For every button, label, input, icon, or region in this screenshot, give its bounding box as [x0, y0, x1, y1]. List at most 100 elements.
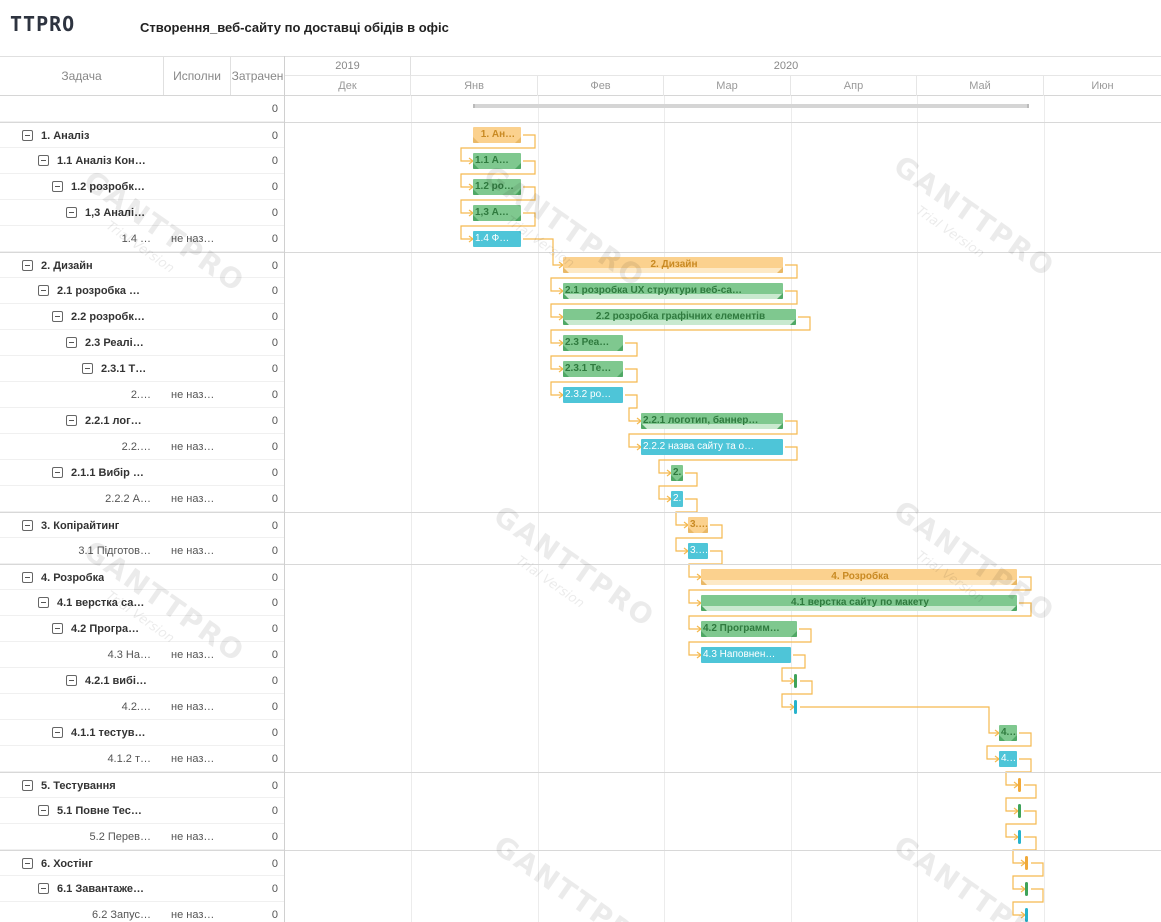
task-row[interactable]: 5.1 Повне Тес… 0	[0, 798, 284, 824]
task-bar[interactable]: 3.…	[688, 543, 708, 559]
cost-cell[interactable]: 0	[250, 486, 278, 512]
assignee-cell[interactable]	[171, 174, 231, 200]
task-row[interactable]: 2.1.1 Вибір … 0	[0, 460, 284, 486]
task-row[interactable]: 5. Тестування 0	[0, 772, 284, 798]
cost-cell[interactable]: 0	[250, 408, 278, 434]
cost-cell[interactable]: 0	[250, 330, 278, 356]
task-bar[interactable]: 2.3.1 Те…	[563, 361, 623, 377]
assignee-cell[interactable]	[171, 278, 231, 304]
task-bar[interactable]: 2.2 розробка графічних елементів	[563, 309, 796, 325]
task-name-cell[interactable]: 6. Хостінг	[22, 851, 93, 877]
task-bar[interactable]: 4.…	[999, 725, 1017, 741]
task-name-cell[interactable]: 2. Дизайн	[22, 253, 93, 279]
cost-cell[interactable]: 0	[250, 773, 278, 799]
task-name-cell[interactable]: 2.1 розробка …	[38, 278, 140, 304]
task-name-cell[interactable]: 1,3 Аналі…	[66, 200, 145, 226]
collapse-toggle-icon[interactable]	[52, 622, 63, 634]
task-row[interactable]: 6.2 Запус… не наз… 0	[0, 902, 284, 922]
task-name-cell[interactable]: 1. Аналіз	[22, 123, 89, 149]
cost-cell[interactable]: 0	[250, 200, 278, 226]
assignee-cell[interactable]	[171, 565, 231, 591]
cost-cell[interactable]: 0	[250, 746, 278, 772]
assignee-cell[interactable]	[171, 96, 231, 122]
cost-cell[interactable]: 0	[250, 616, 278, 642]
assignee-cell[interactable]: не наз…	[171, 824, 231, 850]
task-bar[interactable]	[1025, 856, 1028, 870]
task-bar[interactable]: 2.	[671, 491, 683, 507]
assignee-cell[interactable]	[171, 460, 231, 486]
task-name-cell[interactable]: 4.1 верстка са…	[38, 590, 144, 616]
assignee-cell[interactable]: не наз…	[171, 746, 231, 772]
collapse-toggle-icon[interactable]	[66, 206, 77, 218]
assignee-cell[interactable]	[171, 720, 231, 746]
collapse-toggle-icon[interactable]	[52, 310, 63, 322]
task-row[interactable]: 1,3 Аналі… 0	[0, 200, 284, 226]
column-header-assignee[interactable]: Исполни	[164, 57, 231, 95]
task-row[interactable]: 1.1 Аналіз Кон… 0	[0, 148, 284, 174]
task-name-cell[interactable]: 4.1.1 тестув…	[52, 720, 146, 746]
assignee-cell[interactable]	[171, 408, 231, 434]
assignee-cell[interactable]	[171, 513, 231, 539]
task-bar[interactable]: 2.3.2 ро…	[563, 387, 623, 403]
task-row[interactable]: 2.3.1 Т… 0	[0, 356, 284, 382]
task-name-cell[interactable]: 4.2.1 вибі…	[66, 668, 147, 694]
cost-cell[interactable]: 0	[250, 174, 278, 200]
assignee-cell[interactable]	[171, 851, 231, 877]
task-bar[interactable]	[794, 700, 797, 714]
assignee-cell[interactable]	[171, 798, 231, 824]
task-bar[interactable]: 1.1 А…	[473, 153, 521, 169]
assignee-cell[interactable]	[171, 590, 231, 616]
task-name-cell[interactable]: 4.2.…	[0, 694, 151, 720]
task-row[interactable]: 2.2.1 лог… 0	[0, 408, 284, 434]
collapse-toggle-icon[interactable]	[22, 779, 33, 791]
collapse-toggle-icon[interactable]	[22, 857, 33, 869]
task-bar[interactable]: 4.2 Программ…	[701, 621, 797, 637]
cost-cell[interactable]: 0	[250, 96, 278, 122]
assignee-cell[interactable]: не наз…	[171, 382, 231, 408]
task-bar[interactable]: 1. Ан…	[473, 127, 521, 143]
task-row[interactable]: 2.… не наз… 0	[0, 382, 284, 408]
collapse-toggle-icon[interactable]	[38, 596, 49, 608]
task-bar[interactable]	[794, 674, 797, 688]
task-bar[interactable]: 1,3 А…	[473, 205, 521, 221]
cost-cell[interactable]: 0	[250, 798, 278, 824]
task-bar[interactable]: 2.3 Реа…	[563, 335, 623, 351]
task-row[interactable]: 1.2 розробк… 0	[0, 174, 284, 200]
task-bar[interactable]	[1018, 804, 1021, 818]
task-name-cell[interactable]: 2.…	[0, 382, 151, 408]
collapse-toggle-icon[interactable]	[22, 519, 33, 531]
assignee-cell[interactable]: не наз…	[171, 642, 231, 668]
task-row[interactable]: 0	[0, 96, 284, 122]
task-row[interactable]: 4. Розробка 0	[0, 564, 284, 590]
collapse-toggle-icon[interactable]	[52, 180, 63, 192]
assignee-cell[interactable]: не наз…	[171, 902, 231, 922]
task-row[interactable]: 4.2 Програ… 0	[0, 616, 284, 642]
assignee-cell[interactable]	[171, 330, 231, 356]
task-row[interactable]: 4.2.1 вибі… 0	[0, 668, 284, 694]
task-row[interactable]: 2.3 Реалі… 0	[0, 330, 284, 356]
task-row[interactable]: 2.2.… не наз… 0	[0, 434, 284, 460]
task-bar[interactable]: 2.2.1 логотип, баннер…	[641, 413, 783, 429]
collapse-toggle-icon[interactable]	[22, 259, 33, 271]
cost-cell[interactable]: 0	[250, 668, 278, 694]
cost-cell[interactable]: 0	[250, 278, 278, 304]
cost-cell[interactable]: 0	[250, 590, 278, 616]
task-name-cell[interactable]: 2.3 Реалі…	[66, 330, 144, 356]
task-name-cell[interactable]: 2.2.1 лог…	[66, 408, 142, 434]
task-name-cell[interactable]: 3.1 Підготов…	[0, 538, 151, 564]
cost-cell[interactable]: 0	[250, 148, 278, 174]
collapse-toggle-icon[interactable]	[22, 571, 33, 583]
cost-cell[interactable]: 0	[250, 513, 278, 539]
task-row[interactable]: 1. Аналіз 0	[0, 122, 284, 148]
cost-cell[interactable]: 0	[250, 460, 278, 486]
task-row[interactable]: 4.1.2 т… не наз… 0	[0, 746, 284, 772]
column-header-task[interactable]: Задача	[0, 57, 164, 95]
task-row[interactable]: 2.2.2 А… не наз… 0	[0, 486, 284, 512]
collapse-toggle-icon[interactable]	[66, 414, 77, 426]
cost-cell[interactable]: 0	[250, 304, 278, 330]
task-bar[interactable]: 4. Розробка	[701, 569, 1017, 585]
task-name-cell[interactable]: 5.1 Повне Тес…	[38, 798, 142, 824]
task-name-cell[interactable]: 1.4 …	[0, 226, 151, 252]
task-name-cell[interactable]: 2.3.1 Т…	[82, 356, 146, 382]
task-bar[interactable]	[1025, 882, 1028, 896]
